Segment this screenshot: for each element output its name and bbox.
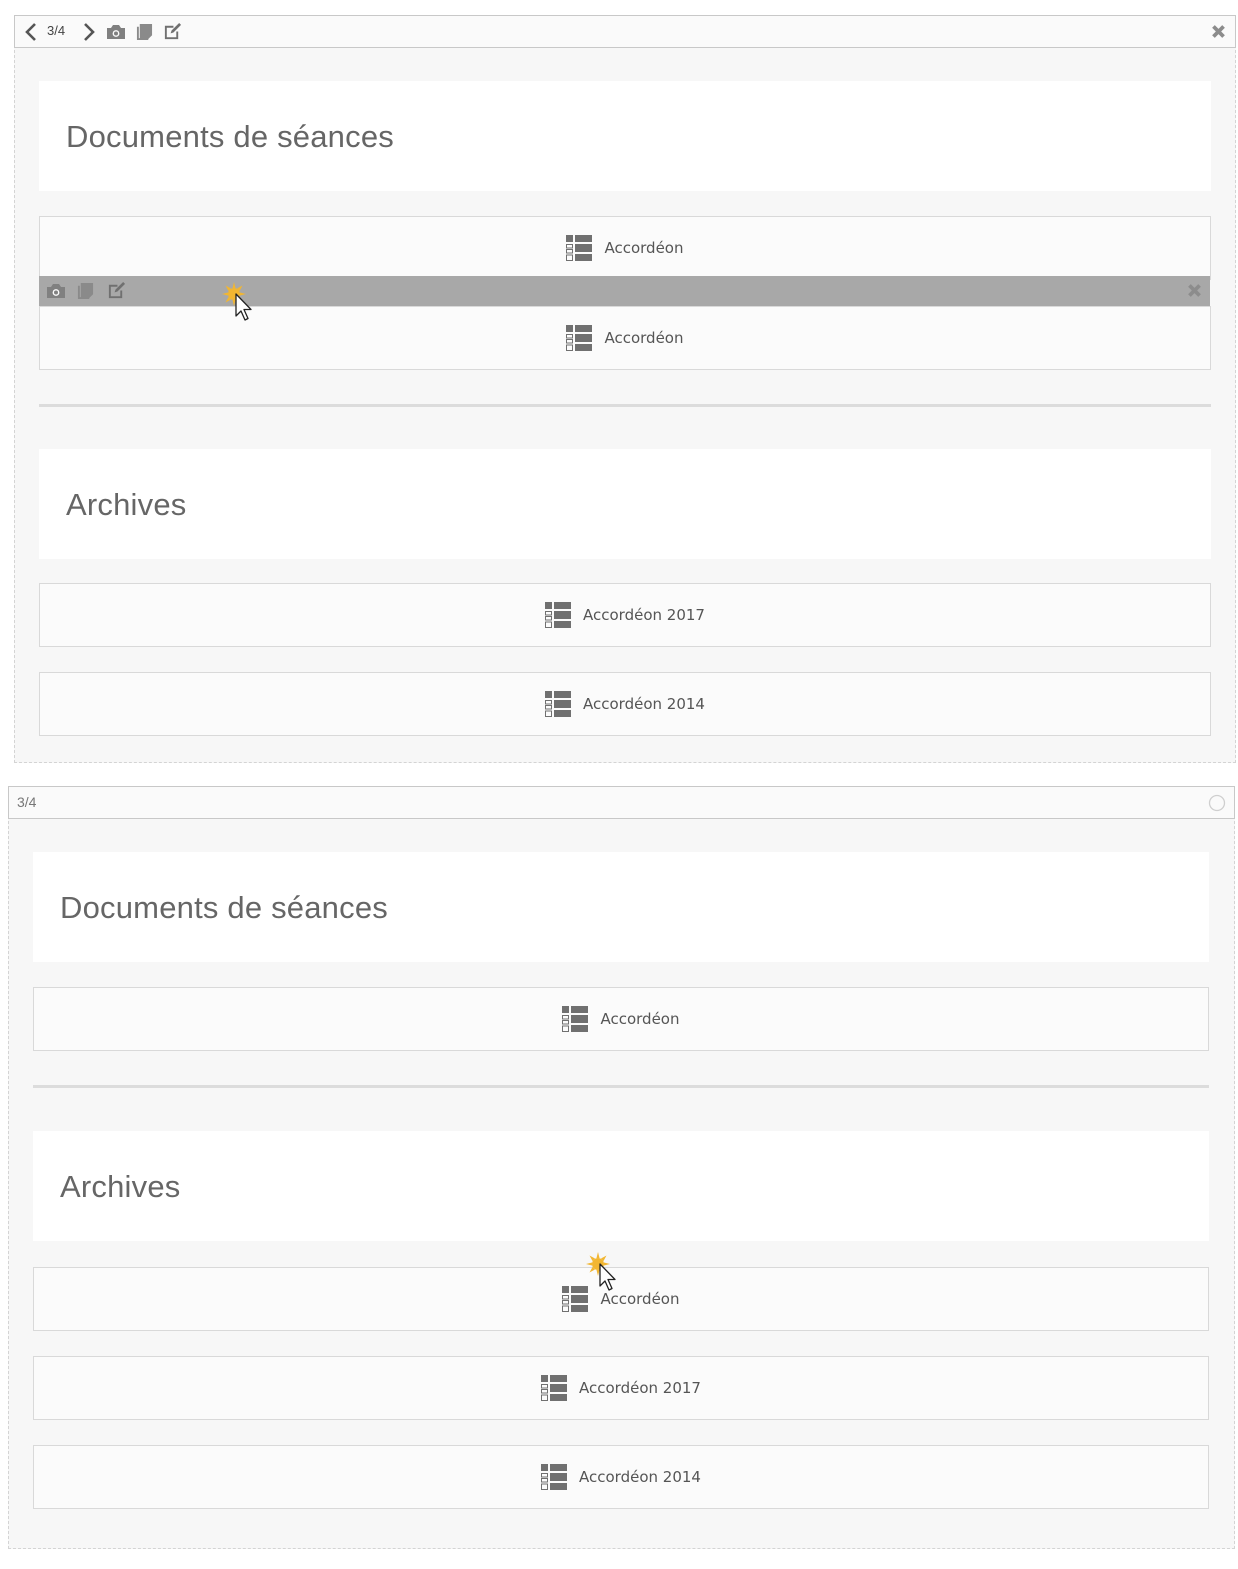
pager-indicator: 3/4 — [47, 23, 66, 38]
accordion-list-icon — [545, 602, 571, 628]
accordion-label: Accordéon — [600, 1010, 680, 1028]
block-toolbar — [39, 276, 1210, 306]
heading-block[interactable]: Archives — [39, 449, 1211, 559]
divider — [33, 1085, 1209, 1088]
accordion-label: Accordéon — [600, 1290, 680, 1308]
accordion-block[interactable]: Accordéon 2014 — [39, 672, 1211, 736]
accordion-block[interactable]: Accordéon 2014 — [33, 1445, 1209, 1509]
accordion-label: Accordéon — [604, 239, 684, 257]
close-icon[interactable] — [1186, 282, 1203, 299]
copy-icon[interactable] — [77, 282, 94, 299]
accordion-list-icon — [566, 325, 592, 351]
camera-icon[interactable] — [46, 283, 66, 299]
accordion-label: Accordéon 2014 — [579, 1468, 701, 1486]
edit-icon[interactable] — [107, 281, 126, 300]
accordion-block[interactable]: Accordéon — [39, 216, 1211, 280]
accordion-block[interactable]: Accordéon — [33, 987, 1209, 1051]
accordion-block[interactable]: Accordéon 2017 — [33, 1356, 1209, 1420]
accordion-list-icon — [541, 1464, 567, 1490]
accordion-list-icon — [566, 235, 592, 261]
accordion-label: Accordéon — [604, 329, 684, 347]
accordion-label: Accordéon 2014 — [583, 695, 705, 713]
copy-icon[interactable] — [136, 23, 153, 40]
accordion-label: Accordéon 2017 — [579, 1379, 701, 1397]
panel-toolbar: 3/4 — [8, 786, 1235, 819]
mouse-cursor-icon — [222, 282, 262, 322]
accordion-block[interactable]: Accordéon 2017 — [39, 583, 1211, 647]
mouse-cursor-icon — [586, 1252, 626, 1292]
section-heading: Archives — [66, 487, 187, 522]
editor-panel-top: 3/4 Documents de séances Accordéon Accor… — [14, 15, 1236, 763]
accordion-label: Accordéon 2017 — [583, 606, 705, 624]
page-heading: Documents de séances — [60, 890, 388, 925]
accordion-list-icon — [545, 691, 571, 717]
panel-toolbar: 3/4 — [14, 15, 1236, 48]
chevron-right-icon[interactable] — [83, 23, 95, 41]
heading-block[interactable]: Documents de séances — [39, 81, 1211, 191]
section-heading: Archives — [60, 1169, 181, 1204]
chevron-left-icon[interactable] — [25, 23, 37, 41]
camera-icon[interactable] — [106, 24, 126, 40]
accordion-block-selected[interactable]: Accordéon — [39, 306, 1211, 370]
page-heading: Documents de séances — [66, 119, 394, 154]
divider — [39, 404, 1211, 407]
accordion-list-icon — [562, 1286, 588, 1312]
accordion-list-icon — [562, 1006, 588, 1032]
heading-block[interactable]: Documents de séances — [33, 852, 1209, 962]
pager-indicator: 3/4 — [17, 794, 37, 810]
edit-icon[interactable] — [163, 22, 182, 41]
close-icon[interactable] — [1210, 23, 1227, 40]
heading-block[interactable]: Archives — [33, 1131, 1209, 1241]
editor-panel-bottom: 3/4 Documents de séances Accordéon Archi… — [8, 786, 1235, 1549]
radio-circle-icon[interactable] — [1208, 794, 1226, 812]
accordion-list-icon — [541, 1375, 567, 1401]
